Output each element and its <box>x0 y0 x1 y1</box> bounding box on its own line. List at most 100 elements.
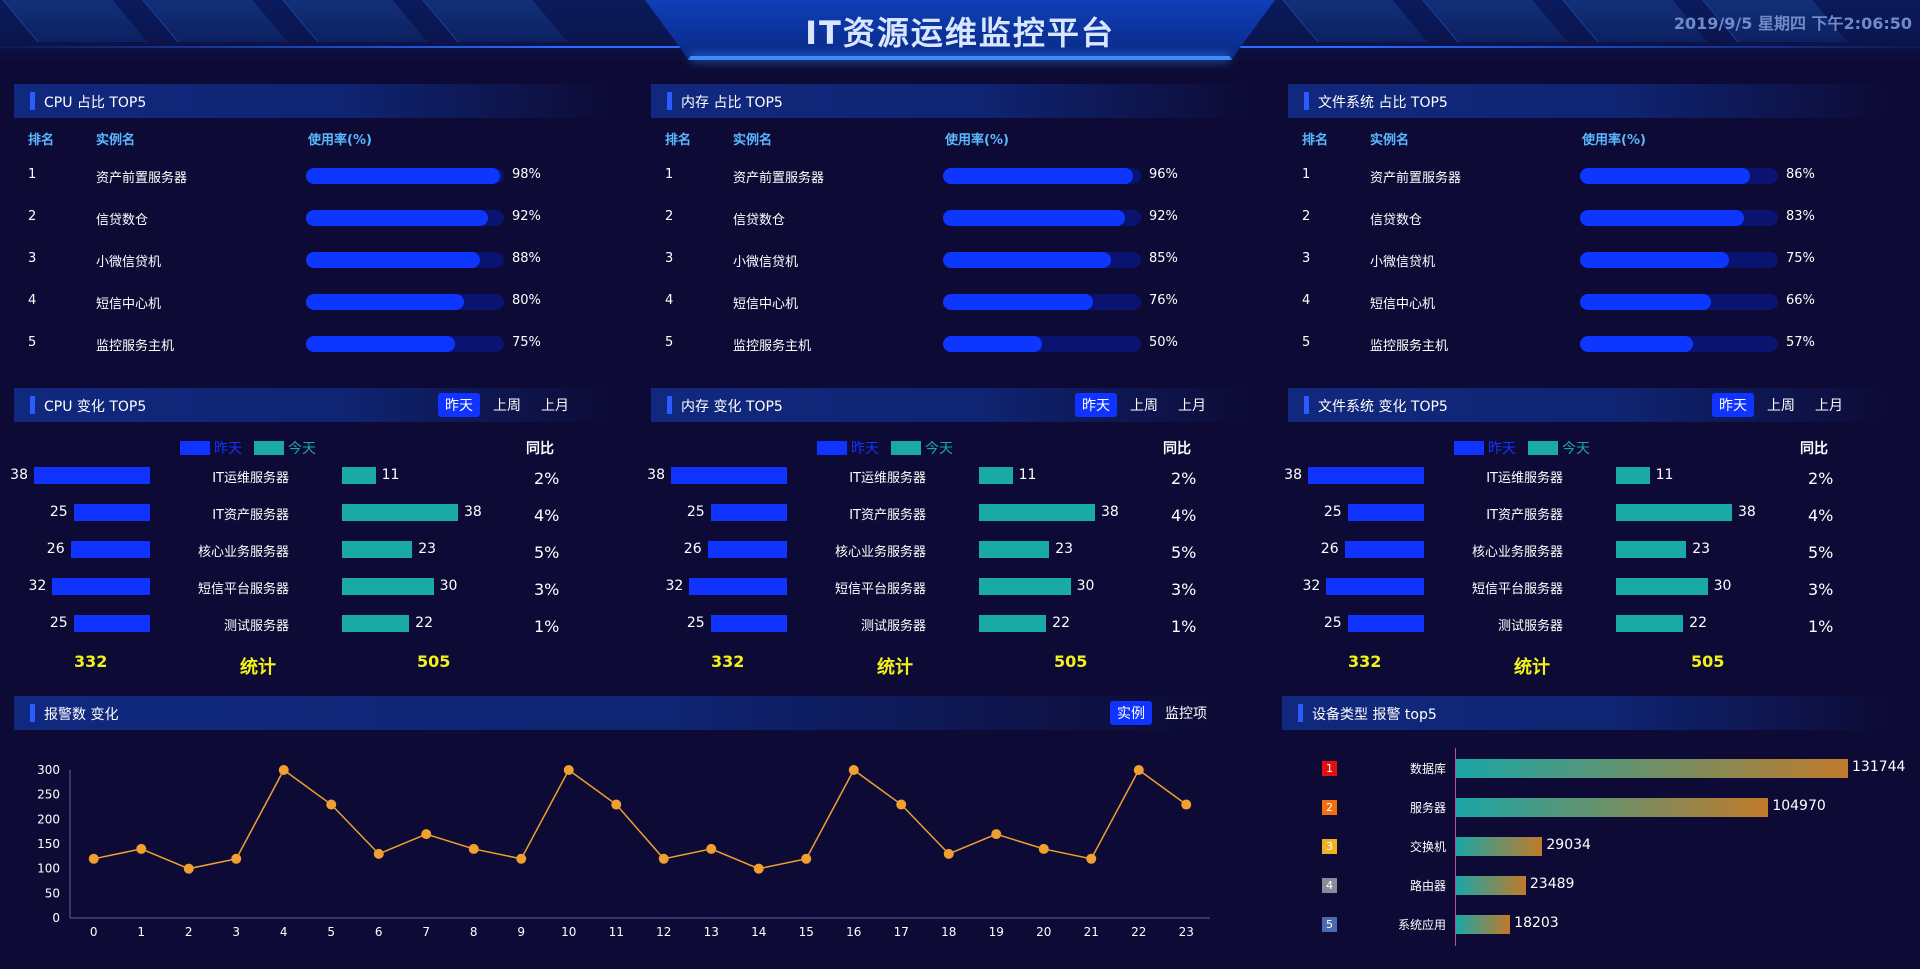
tab-last-week[interactable]: 上周 <box>1123 393 1165 417</box>
yesterday-bar <box>710 615 787 632</box>
table-row[interactable]: 4 短信中心机 80% <box>14 291 614 312</box>
device-row[interactable]: 4 路由器 23489 <box>1300 874 1900 896</box>
usage-bar-track <box>1580 294 1778 310</box>
table-row[interactable]: 4 短信中心机 66% <box>1288 291 1888 312</box>
data-point <box>468 843 479 854</box>
legend-yesterday[interactable]: 昨天 <box>180 438 242 458</box>
rank-cell: 5 <box>1302 335 1311 350</box>
x-tick-label: 7 <box>422 925 430 939</box>
table-row[interactable]: 3 小微信贷机 75% <box>1288 249 1888 270</box>
change-row[interactable]: 38 IT运维服务器 11 2% <box>10 465 614 488</box>
change-row[interactable]: 32 短信平台服务器 30 3% <box>14 576 614 599</box>
rank-badge: 2 <box>1322 800 1337 815</box>
usage-bar-track <box>306 294 504 310</box>
usage-bar-fill <box>1580 210 1745 226</box>
table-row[interactable]: 2 信贷数仓 83% <box>1288 207 1888 228</box>
title-glow <box>690 56 1230 60</box>
device-type-label: 系统应用 <box>1397 918 1446 932</box>
legend-today[interactable]: 今天 <box>891 438 953 458</box>
today-bar <box>1616 541 1687 558</box>
tab-last-month[interactable]: 上月 <box>534 393 576 417</box>
period-tabs: 昨天 上周 上月 <box>438 393 576 417</box>
rank-cell: 4 <box>28 293 37 308</box>
device-row[interactable]: 2 服务器 104970 <box>1300 796 1900 818</box>
tab-last-month[interactable]: 上月 <box>1171 393 1213 417</box>
server-name: IT运维服务器 <box>212 471 289 486</box>
panel-header-marker <box>30 396 35 414</box>
today-value: 22 <box>415 615 433 631</box>
device-row[interactable]: 1 数据库 131744 <box>1300 757 1905 779</box>
change-row[interactable]: 38 IT运维服务器 11 2% <box>1284 465 1888 488</box>
y-tick-label: 250 <box>37 788 60 802</box>
usage-bar-track <box>943 294 1141 310</box>
change-row[interactable]: 32 短信平台服务器 30 3% <box>1288 576 1888 599</box>
change-row[interactable]: 25 测试服务器 22 1% <box>1288 613 1888 636</box>
y-tick-label: 300 <box>37 763 60 777</box>
legend-today[interactable]: 今天 <box>254 438 316 458</box>
usage-bar-track <box>306 210 504 226</box>
tab-yesterday[interactable]: 昨天 <box>438 393 480 417</box>
tab-yesterday[interactable]: 昨天 <box>1712 393 1754 417</box>
total-yesterday: 332 <box>1348 652 1382 671</box>
legend-yesterday[interactable]: 昨天 <box>817 438 879 458</box>
device-row[interactable]: 3 交换机 29034 <box>1300 835 1900 857</box>
tab-monitor-item[interactable]: 监控项 <box>1158 701 1214 725</box>
today-bar <box>1616 578 1708 595</box>
device-alarm-bar <box>1456 837 1543 856</box>
tab-instance[interactable]: 实例 <box>1110 701 1152 725</box>
table-row[interactable]: 5 监控服务主机 50% <box>651 333 1251 354</box>
data-point <box>658 853 669 864</box>
rank-cell: 1 <box>665 167 674 182</box>
usage-bar-fill <box>306 168 501 184</box>
chart-legend: 昨天 今天 <box>180 438 316 458</box>
x-tick-label: 21 <box>1084 925 1099 939</box>
yesterday-bar <box>1347 504 1424 521</box>
panel-title: 设备类型 报警 top5 <box>1312 707 1437 723</box>
rank-badge: 5 <box>1322 917 1337 932</box>
tab-last-week[interactable]: 上周 <box>1760 393 1802 417</box>
table-row[interactable]: 1 资产前置服务器 96% <box>651 165 1251 186</box>
yesterday-value: 25 <box>686 615 705 631</box>
change-row[interactable]: 32 短信平台服务器 30 3% <box>651 576 1251 599</box>
change-row[interactable]: 25 测试服务器 22 1% <box>651 613 1251 636</box>
table-row[interactable]: 5 监控服务主机 75% <box>14 333 614 354</box>
x-tick-label: 10 <box>561 925 576 939</box>
legend-swatch <box>1454 441 1484 455</box>
data-point <box>991 829 1002 840</box>
change-row[interactable]: 25 IT资产服务器 38 4% <box>651 502 1251 525</box>
change-row[interactable]: 26 核心业务服务器 23 5% <box>14 539 614 562</box>
tab-last-week[interactable]: 上周 <box>486 393 528 417</box>
change-row[interactable]: 25 IT资产服务器 38 4% <box>1288 502 1888 525</box>
today-value: 38 <box>464 504 482 520</box>
table-row[interactable]: 1 资产前置服务器 86% <box>1288 165 1888 186</box>
table-row[interactable]: 5 监控服务主机 57% <box>1288 333 1888 354</box>
change-row[interactable]: 26 核心业务服务器 23 5% <box>1288 539 1888 562</box>
change-row[interactable]: 25 IT资产服务器 38 4% <box>14 502 614 525</box>
table-row[interactable]: 1 资产前置服务器 98% <box>14 165 614 186</box>
y-tick-label: 150 <box>37 837 60 851</box>
table-row[interactable]: 3 小微信贷机 85% <box>651 249 1251 270</box>
table-row[interactable]: 2 信贷数仓 92% <box>14 207 614 228</box>
y-tick-label: 200 <box>37 812 60 826</box>
yesterday-value: 25 <box>1323 615 1342 631</box>
cpu-usage-panel: CPU 占比 TOP5 排名 实例名 使用率(%) 1 资产前置服务器 98% 2 信贷数仓 9… <box>14 84 614 374</box>
change-row[interactable]: 26 核心业务服务器 23 5% <box>651 539 1251 562</box>
legend-today[interactable]: 今天 <box>1528 438 1590 458</box>
table-row[interactable]: 4 短信中心机 76% <box>651 291 1251 312</box>
today-bar <box>979 541 1050 558</box>
usage-percent: 80% <box>512 293 541 308</box>
rank-cell: 4 <box>1302 293 1311 308</box>
change-row[interactable]: 38 IT运维服务器 11 2% <box>647 465 1251 488</box>
table-row[interactable]: 2 信贷数仓 92% <box>651 207 1251 228</box>
tab-yesterday[interactable]: 昨天 <box>1075 393 1117 417</box>
yesterday-value: 38 <box>647 467 665 483</box>
server-name: IT运维服务器 <box>1486 471 1563 486</box>
device-row[interactable]: 5 系统应用 18203 <box>1300 913 1900 935</box>
today-value: 23 <box>1055 541 1074 557</box>
change-row[interactable]: 25 测试服务器 22 1% <box>14 613 614 636</box>
table-row[interactable]: 3 小微信贷机 88% <box>14 249 614 270</box>
tab-last-month[interactable]: 上月 <box>1808 393 1850 417</box>
data-point <box>943 848 954 859</box>
panel-title: 报警数 变化 <box>44 707 119 723</box>
legend-yesterday[interactable]: 昨天 <box>1454 438 1516 458</box>
